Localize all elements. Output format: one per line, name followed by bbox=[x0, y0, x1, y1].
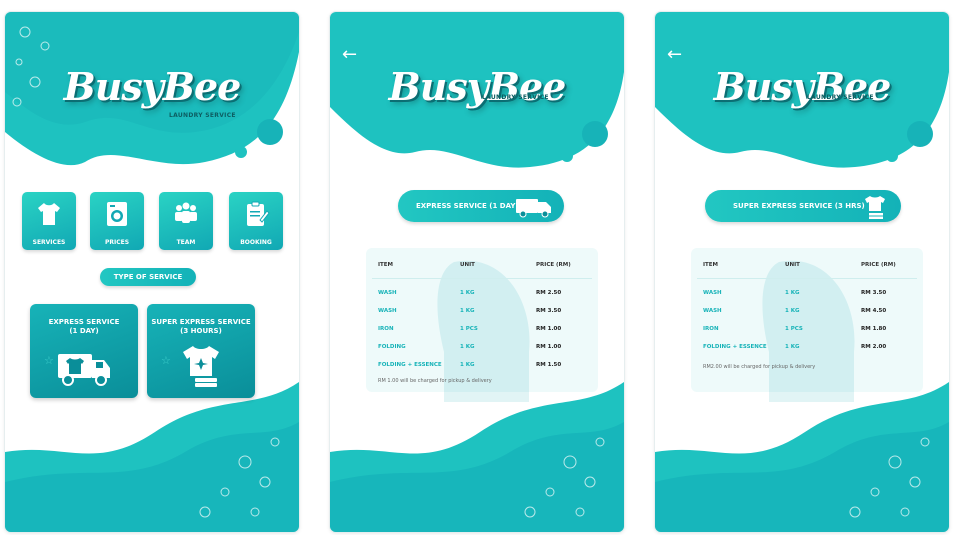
home-screen: BusyBee LAUNDRY SERVICE SERVICES PRICES … bbox=[5, 12, 299, 532]
table-row: WASH 1 KG RM 4.50 bbox=[691, 308, 923, 318]
star-icon: ☆ bbox=[44, 354, 54, 367]
unit-cell: 1 KG bbox=[460, 308, 475, 314]
item-cell: FOLDING bbox=[378, 344, 406, 350]
table-row: WASH 1 KG RM 3.50 bbox=[366, 308, 598, 318]
item-cell: FOLDING + ESSENCE bbox=[378, 362, 442, 368]
clean-shirt-icon bbox=[183, 346, 219, 387]
unit-cell: 1 PCS bbox=[785, 326, 803, 332]
column-header-unit: UNIT bbox=[460, 262, 475, 268]
price-cell: RM 2.50 bbox=[536, 290, 562, 296]
table-row: WASH 1 KG RM 2.50 bbox=[366, 290, 598, 300]
table-row: FOLDING 1 KG RM 1.00 bbox=[366, 344, 598, 354]
table-row: WASH 1 KG RM 3.50 bbox=[691, 290, 923, 300]
price-cell: RM 2.00 bbox=[861, 344, 887, 350]
services-button[interactable]: SERVICES bbox=[22, 192, 76, 250]
star-icon: ☆ bbox=[161, 354, 171, 367]
item-cell: IRON bbox=[703, 326, 719, 332]
express-card-title: EXPRESS SERVICE (1 DAY) bbox=[34, 318, 134, 336]
type-of-service-heading: TYPE OF SERVICE bbox=[100, 268, 196, 286]
washing-machine-icon bbox=[107, 202, 127, 226]
prices-button[interactable]: PRICES bbox=[90, 192, 144, 250]
super-express-card-title-line1: SUPER EXPRESS SERVICE bbox=[151, 318, 251, 326]
brand-tagline: LAUNDRY SERVICE bbox=[169, 112, 236, 119]
super-express-card-title: SUPER EXPRESS SERVICE (3 HOURS) bbox=[151, 318, 251, 336]
team-button[interactable]: TEAM bbox=[159, 192, 213, 250]
express-card-title-line2: (1 DAY) bbox=[69, 327, 99, 335]
brand-logo: BusyBee bbox=[713, 64, 892, 109]
table-row: FOLDING + ESSENCE 1 KG RM 1.50 bbox=[366, 362, 598, 372]
unit-cell: 1 KG bbox=[460, 290, 475, 296]
back-button[interactable]: ← bbox=[667, 46, 682, 64]
service-title: SUPER EXPRESS SERVICE (3 HRS) bbox=[733, 202, 865, 210]
team-icon bbox=[175, 202, 197, 223]
price-cell: RM 1.50 bbox=[536, 362, 562, 368]
service-title: EXPRESS SERVICE (1 DAY) bbox=[416, 202, 519, 210]
unit-cell: 1 KG bbox=[460, 344, 475, 350]
prices-label: PRICES bbox=[104, 239, 130, 246]
super-express-card-title-line2: (3 HOURS) bbox=[180, 327, 222, 335]
super-express-price-screen: ← BusyBee LAUNDRY SERVICE SUPER EXPRESS … bbox=[655, 12, 949, 532]
item-cell: FOLDING + ESSENCE bbox=[703, 344, 767, 350]
item-cell: WASH bbox=[378, 308, 397, 314]
column-header-item: ITEM bbox=[703, 262, 719, 268]
team-label: TEAM bbox=[176, 239, 196, 246]
item-cell: WASH bbox=[378, 290, 397, 296]
unit-cell: 1 KG bbox=[460, 362, 475, 368]
clipboard-icon bbox=[247, 201, 270, 226]
divider bbox=[372, 278, 592, 279]
table-row: FOLDING + ESSENCE 1 KG RM 2.00 bbox=[691, 344, 923, 354]
price-cell: RM 1.80 bbox=[861, 326, 887, 332]
table-row: IRON 1 PCS RM 1.80 bbox=[691, 326, 923, 336]
booking-button[interactable]: BOOKING bbox=[229, 192, 283, 250]
booking-label: BOOKING bbox=[240, 239, 272, 246]
column-header-price: PRICE (RM) bbox=[861, 262, 896, 268]
price-table: ITEM UNIT PRICE (RM) WASH 1 KG RM 3.50 WAS… bbox=[691, 248, 923, 402]
price-cell: RM 1.00 bbox=[536, 344, 562, 350]
price-cell: RM 3.50 bbox=[536, 308, 562, 314]
price-table: ITEM UNIT PRICE (RM) WASH 1 KG RM 2.50 WAS… bbox=[366, 248, 598, 402]
tshirt-icon bbox=[38, 203, 60, 225]
express-price-screen: ← BusyBee LAUNDRY SERVICE EXPRESS SERVIC… bbox=[330, 12, 624, 532]
item-cell: WASH bbox=[703, 290, 722, 296]
back-button[interactable]: ← bbox=[342, 46, 357, 64]
column-header-price: PRICE (RM) bbox=[536, 262, 571, 268]
unit-cell: 1 KG bbox=[785, 290, 800, 296]
super-express-service-card[interactable]: SUPER EXPRESS SERVICE (3 HOURS) ☆ bbox=[147, 304, 255, 398]
item-cell: WASH bbox=[703, 308, 722, 314]
service-title-pill: SUPER EXPRESS SERVICE (3 HRS) bbox=[705, 190, 901, 222]
service-title-pill: EXPRESS SERVICE (1 DAY) bbox=[398, 190, 564, 222]
brand-logo: BusyBee bbox=[63, 64, 242, 109]
brand-tagline: LAUNDRY SERVICE bbox=[807, 94, 874, 101]
price-cell: RM 1.00 bbox=[536, 326, 562, 332]
price-cell: RM 3.50 bbox=[861, 290, 887, 296]
column-header-unit: UNIT bbox=[785, 262, 800, 268]
delivery-truck-icon bbox=[58, 354, 110, 386]
express-card-title-line1: EXPRESS SERVICE bbox=[48, 318, 120, 326]
column-header-item: ITEM bbox=[378, 262, 394, 268]
unit-cell: 1 KG bbox=[785, 308, 800, 314]
services-label: SERVICES bbox=[32, 239, 66, 246]
table-row: IRON 1 PCS RM 1.00 bbox=[366, 326, 598, 336]
clean-shirt-icon bbox=[865, 196, 885, 219]
delivery-note: RM2.00 will be charged for pickup & deli… bbox=[703, 364, 816, 370]
arrow-left-icon: ← bbox=[342, 44, 358, 65]
delivery-truck-icon bbox=[516, 199, 551, 218]
brand-logo: BusyBee bbox=[388, 64, 567, 109]
delivery-note: RM 1.00 will be charged for pickup & del… bbox=[378, 378, 492, 384]
unit-cell: 1 PCS bbox=[460, 326, 478, 332]
item-cell: IRON bbox=[378, 326, 394, 332]
arrow-left-icon: ← bbox=[667, 44, 683, 65]
price-cell: RM 4.50 bbox=[861, 308, 887, 314]
express-service-card[interactable]: EXPRESS SERVICE (1 DAY) ☆ bbox=[30, 304, 138, 398]
brand-tagline: LAUNDRY SERVICE bbox=[482, 94, 549, 101]
divider bbox=[697, 278, 917, 279]
unit-cell: 1 KG bbox=[785, 344, 800, 350]
